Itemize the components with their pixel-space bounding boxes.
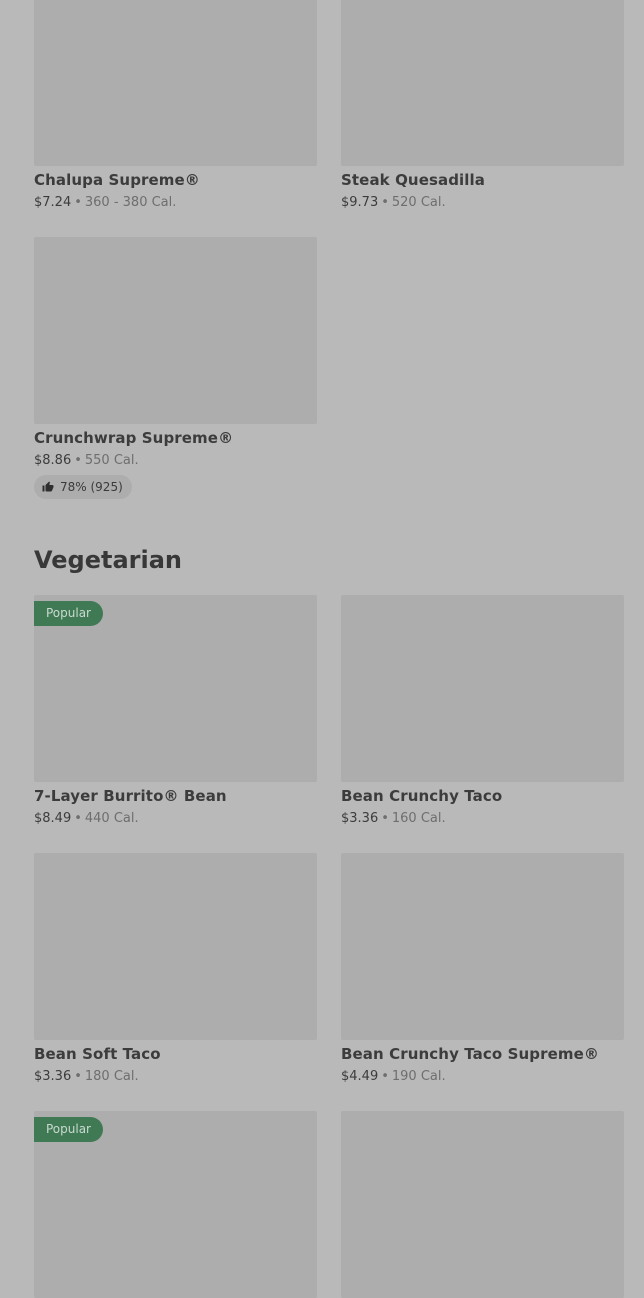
item-meta: $8.86 • 550 Cal.	[34, 453, 139, 468]
item-calories: 550 Cal.	[84, 453, 139, 468]
separator-dot: •	[74, 453, 82, 468]
item-calories: 360 - 380 Cal.	[84, 195, 177, 210]
item-meta: $3.36 • 180 Cal.	[34, 1069, 139, 1084]
item-price: $8.86	[34, 453, 72, 468]
item-price: $3.36	[341, 811, 379, 826]
item-calories: 160 Cal.	[391, 811, 446, 826]
popular-badge: Popular	[34, 1117, 103, 1142]
item-name: Bean Soft Taco	[34, 1045, 161, 1063]
item-meta: $9.73 • 520 Cal.	[341, 195, 446, 210]
item-image[interactable]	[34, 0, 317, 166]
item-meta: $7.24 • 360 - 380 Cal.	[34, 195, 176, 210]
item-name: Bean Crunchy Taco Supreme®	[341, 1045, 599, 1063]
item-meta: $3.36 • 160 Cal.	[341, 811, 446, 826]
rating-pill: 78% (925)	[34, 475, 132, 499]
separator-dot: •	[74, 1069, 82, 1084]
item-calories: 440 Cal.	[84, 811, 139, 826]
separator-dot: •	[381, 1069, 389, 1084]
item-calories: 190 Cal.	[391, 1069, 446, 1084]
item-name: Steak Quesadilla	[341, 171, 486, 189]
item-price: $3.36	[34, 1069, 72, 1084]
item-name: 7-Layer Burrito® Bean	[34, 787, 227, 805]
item-calories: 180 Cal.	[84, 1069, 139, 1084]
item-price: $4.49	[341, 1069, 379, 1084]
item-image[interactable]	[341, 0, 624, 166]
item-price: $9.73	[341, 195, 379, 210]
item-meta: $8.49 • 440 Cal.	[34, 811, 139, 826]
item-meta: $4.49 • 190 Cal.	[341, 1069, 446, 1084]
separator-dot: •	[381, 195, 389, 210]
separator-dot: •	[381, 811, 389, 826]
separator-dot: •	[74, 195, 82, 210]
popular-badge: Popular	[34, 601, 103, 626]
item-name: Bean Crunchy Taco	[341, 787, 503, 805]
item-name: Chalupa Supreme®	[34, 171, 200, 189]
item-calories: 520 Cal.	[391, 195, 446, 210]
item-price: $8.49	[34, 811, 72, 826]
thumbs-up-icon	[42, 481, 54, 493]
item-image[interactable]	[341, 1111, 624, 1298]
separator-dot: •	[74, 811, 82, 826]
rating-text: 78% (925)	[60, 480, 123, 494]
item-image[interactable]	[34, 237, 317, 424]
item-image[interactable]	[34, 853, 317, 1040]
item-price: $7.24	[34, 195, 72, 210]
item-image[interactable]	[341, 853, 624, 1040]
item-name: Crunchwrap Supreme®	[34, 429, 234, 447]
item-image[interactable]	[341, 595, 624, 782]
section-title-vegetarian: Vegetarian	[34, 546, 183, 574]
